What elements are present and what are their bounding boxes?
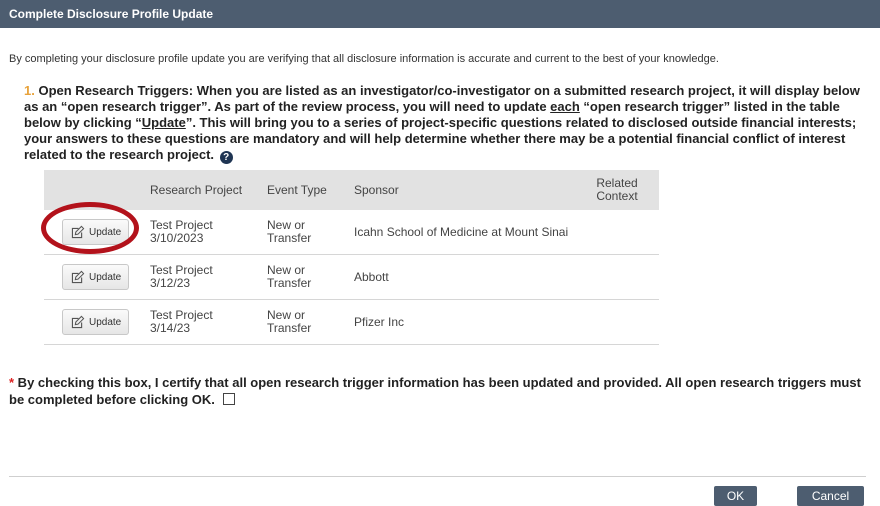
update-button-label: Update [89,271,122,283]
research-triggers-table: Research Project Event Type Sponsor Rela… [44,170,659,345]
event-type-cell: New or Transfer [261,254,348,300]
update-button-label: Update [89,316,122,328]
footer-divider [9,476,866,477]
certify-text: By checking this box, I certify that all… [9,375,861,407]
table-row: Update Test Project 3/10/2023 New or Tra… [44,210,659,255]
ok-button[interactable]: OK [714,486,757,506]
context-cell [575,299,659,345]
sponsor-cell: Abbott [348,254,575,300]
question-number: 1. [24,83,35,98]
table-row: Update Test Project 3/12/23 New or Trans… [44,254,659,300]
update-button[interactable]: Update [62,219,130,245]
action-cell: Update [44,210,144,255]
header-action [44,170,144,210]
event-type-cell: New or Transfer [261,210,348,255]
intro-text: By completing your disclosure profile up… [9,53,719,65]
table-header-row: Research Project Event Type Sponsor Rela… [44,170,659,210]
header-related-context: Related Context [596,176,638,203]
sponsor-cell: Icahn School of Medicine at Mount Sinai [348,210,575,255]
project-cell: Test Project 3/10/2023 [144,210,261,255]
action-cell: Update [44,299,144,345]
cancel-button[interactable]: Cancel [797,486,864,506]
dialog-title: Complete Disclosure Profile Update [0,0,880,28]
project-cell: Test Project 3/14/23 [144,299,261,345]
context-cell [575,210,659,255]
update-button[interactable]: Update [62,264,130,290]
edit-icon [71,225,85,238]
question-circle-icon[interactable]: ? [219,151,233,164]
update-button[interactable]: Update [62,309,130,335]
action-cell: Update [44,254,144,300]
context-cell [575,254,659,300]
project-cell: Test Project 3/12/23 [144,254,261,300]
certify-checkbox[interactable] [222,393,235,405]
edit-icon [71,270,85,283]
header-research-project: Research Project [150,183,243,197]
edit-icon [71,315,85,328]
question-emphasis-each: each [550,99,580,114]
update-button-label: Update [89,226,122,238]
table-row: Update Test Project 3/14/23 New or Trans… [44,299,659,345]
question-emphasis-update: Update [141,115,186,130]
header-event-type: Event Type [267,183,327,197]
certify-statement: * By checking this box, I certify that a… [9,374,869,408]
header-sponsor: Sponsor [354,183,399,197]
question-open-research-triggers: 1. Open Research Triggers: When you are … [24,83,864,164]
sponsor-cell: Pfizer Inc [348,299,575,345]
event-type-cell: New or Transfer [261,299,348,345]
